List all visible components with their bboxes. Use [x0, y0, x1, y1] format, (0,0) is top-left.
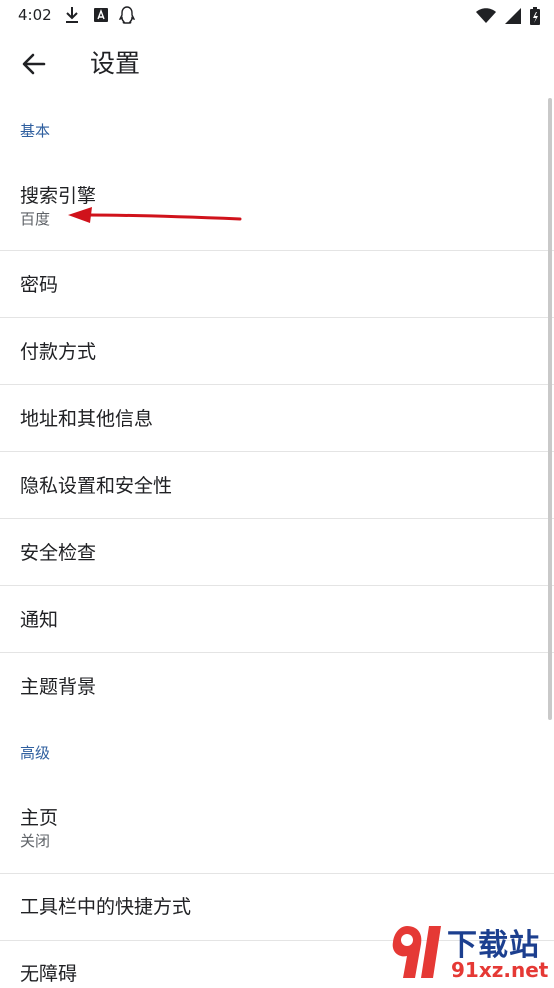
section-header-advanced: 高级: [20, 744, 51, 762]
setting-title: 隐私设置和安全性: [20, 475, 173, 497]
annotation-arrow-icon: [68, 207, 242, 223]
setting-payment[interactable]: 付款方式: [0, 318, 554, 385]
setting-title: 付款方式: [20, 341, 97, 363]
signal-icon: [505, 7, 522, 24]
setting-safety-check[interactable]: 安全检查: [0, 519, 554, 586]
font-app-icon: [93, 6, 109, 28]
scrollbar[interactable]: [548, 98, 552, 720]
status-icons: [472, 6, 540, 25]
setting-value: 关闭: [20, 832, 51, 850]
status-bar: 4:02: [0, 0, 554, 32]
page-title: 设置: [90, 49, 141, 78]
watermark-logo: 下载站 91xz.net: [385, 920, 554, 984]
setting-address[interactable]: 地址和其他信息: [0, 385, 554, 452]
back-button[interactable]: [16, 46, 52, 82]
setting-title: 通知: [20, 609, 59, 631]
arrow-back-icon: [22, 53, 46, 75]
section-header-basic: 基本: [20, 122, 51, 140]
setting-homepage[interactable]: 主页 关闭: [0, 786, 554, 874]
battery-icon: [530, 6, 540, 25]
setting-title: 主页: [20, 807, 59, 829]
watermark-site: 91xz.net: [451, 958, 549, 982]
watermark-91-icon: [392, 926, 441, 978]
download-icon: [64, 6, 80, 28]
setting-themes[interactable]: 主题背景: [0, 653, 554, 719]
setting-title: 安全检查: [20, 542, 97, 564]
setting-title: 工具栏中的快捷方式: [20, 896, 192, 918]
setting-privacy[interactable]: 隐私设置和安全性: [0, 452, 554, 519]
wifi-icon: [476, 7, 497, 23]
qq-icon: [118, 6, 136, 28]
setting-passwords[interactable]: 密码: [0, 251, 554, 318]
status-time: 4:02: [18, 6, 52, 24]
app-bar: 设置: [0, 32, 554, 96]
setting-notifications[interactable]: 通知: [0, 586, 554, 653]
setting-title: 密码: [20, 274, 59, 296]
setting-title: 主题背景: [20, 676, 97, 698]
setting-title: 地址和其他信息: [20, 408, 154, 430]
setting-value: 百度: [20, 210, 51, 228]
setting-title: 无障碍: [20, 963, 78, 985]
